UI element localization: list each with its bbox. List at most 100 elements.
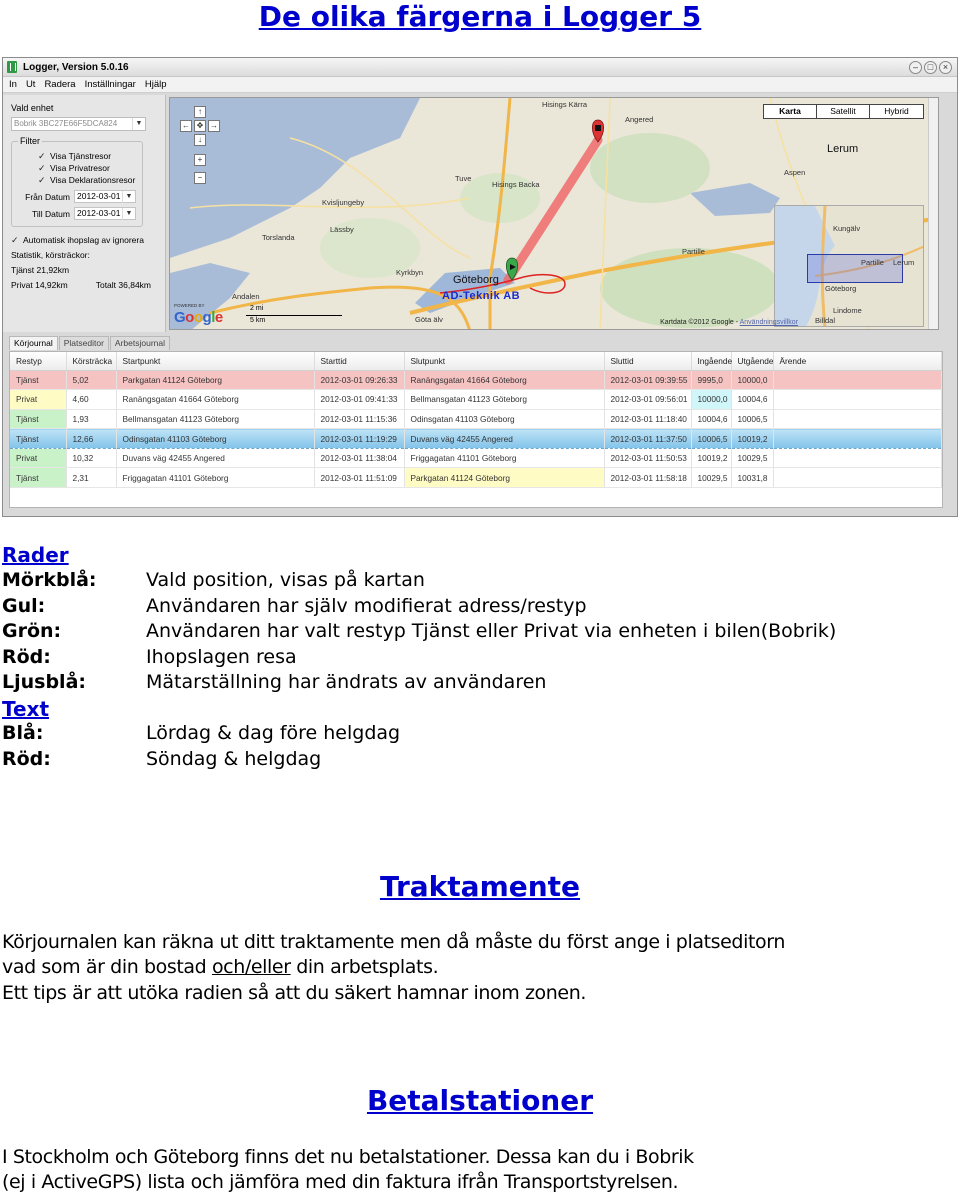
minimize-icon[interactable]: – xyxy=(909,61,922,74)
table-row[interactable]: Tjänst 5,02 Parkgatan 41124 Göteborg 2012-0… xyxy=(10,370,942,391)
table-cell[interactable] xyxy=(773,370,942,391)
table-cell[interactable]: 9995,0 xyxy=(691,370,732,391)
pan-up-icon[interactable]: ↑ xyxy=(194,106,206,118)
table-cell[interactable]: Ranängsgatan 41664 Göteborg xyxy=(404,370,605,391)
tab-korjournal[interactable]: Körjournal xyxy=(9,336,58,350)
column-header[interactable]: Startpunkt xyxy=(116,352,315,371)
chevron-down-icon[interactable]: ▼ xyxy=(122,191,135,203)
to-date-picker[interactable]: 2012-03-01 ▼ xyxy=(74,207,136,220)
column-header[interactable]: Utgående xyxy=(731,352,774,371)
table-row[interactable]: Tjänst 12,66 Odinsgatan 41103 Göteborg 2012… xyxy=(10,428,942,449)
table-cell[interactable]: 2012-03-01 11:15:36 xyxy=(314,409,405,430)
table-cell[interactable]: 10004,6 xyxy=(691,409,732,430)
table-cell[interactable]: Tjänst xyxy=(10,428,67,449)
table-cell[interactable]: 2012-03-01 11:38:04 xyxy=(314,448,405,469)
betalstationer-title[interactable]: Betalstationer xyxy=(0,1084,960,1118)
table-cell[interactable]: 2012-03-01 11:51:09 xyxy=(314,467,405,489)
table-cell[interactable] xyxy=(773,389,942,410)
table-cell[interactable]: Tjänst xyxy=(10,370,67,391)
table-cell[interactable]: Parkgatan 41124 Göteborg xyxy=(116,370,315,391)
text-heading[interactable]: Text xyxy=(2,697,49,721)
column-header[interactable]: Slutpunkt xyxy=(404,352,605,371)
zoom-in-icon[interactable]: + xyxy=(194,154,206,166)
table-cell[interactable]: 2012-03-01 11:37:50 xyxy=(604,428,692,449)
table-cell[interactable]: Odinsgatan 41103 Göteborg xyxy=(116,428,315,449)
tab-platseditor[interactable]: Platseditor xyxy=(58,336,109,350)
pan-down-icon[interactable]: ↓ xyxy=(194,134,206,146)
column-header[interactable]: Körsträcka xyxy=(66,352,117,371)
map-scrollbar[interactable] xyxy=(928,98,938,329)
chevron-down-icon[interactable]: ▼ xyxy=(122,208,135,220)
table-cell[interactable]: Friggagatan 41101 Göteborg xyxy=(116,467,315,489)
table-cell[interactable] xyxy=(773,467,942,489)
table-cell[interactable]: Bellmansgatan 41123 Göteborg xyxy=(116,409,315,430)
pan-right-icon[interactable]: → xyxy=(208,120,220,132)
close-icon[interactable]: × xyxy=(939,61,952,74)
auto-merge-checkbox[interactable]: ✓ Automatisk ihopslag av ignorera xyxy=(11,235,157,245)
table-cell[interactable]: 10029,5 xyxy=(691,467,732,489)
table-cell[interactable]: 10006,5 xyxy=(691,428,732,449)
table-cell[interactable]: 10000,0 xyxy=(731,370,774,391)
table-cell[interactable]: 5,02 xyxy=(66,370,117,391)
table-cell[interactable]: 2012-03-01 09:41:33 xyxy=(314,389,405,410)
table-row[interactable]: Privat 10,32 Duvans väg 42455 Angered 2012-… xyxy=(10,448,942,469)
overview-viewport[interactable] xyxy=(807,254,903,283)
table-cell[interactable]: 12,66 xyxy=(66,428,117,449)
zoom-out-icon[interactable]: − xyxy=(194,172,206,184)
table-cell[interactable]: 10029,5 xyxy=(731,448,774,469)
table-cell[interactable]: 2012-03-01 11:18:40 xyxy=(604,409,692,430)
document-title[interactable]: De olika färgerna i Logger 5 xyxy=(0,0,960,34)
table-cell[interactable]: Duvans väg 42455 Angered xyxy=(404,428,605,449)
table-cell[interactable]: 2012-03-01 11:19:29 xyxy=(314,428,405,449)
pan-center-icon[interactable]: ✥ xyxy=(194,120,206,132)
menu-ut[interactable]: Ut xyxy=(26,79,36,90)
table-cell[interactable]: Parkgatan 41124 Göteborg xyxy=(404,467,605,489)
pan-left-icon[interactable]: ← xyxy=(180,120,192,132)
table-cell[interactable]: 10,32 xyxy=(66,448,117,469)
column-header[interactable]: Restyp xyxy=(10,352,67,371)
table-row[interactable]: Privat 4,60 Ranängsgatan 41664 Göteborg 201… xyxy=(10,389,942,410)
overview-map[interactable]: Kungälv Partille Lerum Göteborg Lindome … xyxy=(774,205,924,327)
map-type-karta[interactable]: Karta xyxy=(764,105,817,118)
table-row[interactable]: Tjänst 2,31 Friggagatan 41101 Göteborg 2012… xyxy=(10,467,942,489)
chevron-down-icon[interactable]: ▼ xyxy=(132,118,145,130)
table-cell[interactable]: Privat xyxy=(10,389,67,410)
table-cell[interactable]: 10000,0 xyxy=(691,389,732,410)
menu-radera[interactable]: Radera xyxy=(44,79,75,90)
table-cell[interactable]: 10004,6 xyxy=(731,389,774,410)
tab-arbetsjournal[interactable]: Arbetsjournal xyxy=(109,336,171,350)
table-cell[interactable]: Friggagatan 41101 Göteborg xyxy=(404,448,605,469)
table-cell[interactable]: 4,60 xyxy=(66,389,117,410)
column-header[interactable]: Starttid xyxy=(314,352,405,371)
table-cell[interactable]: 2012-03-01 11:58:18 xyxy=(604,467,692,489)
filter-tjanstresor-checkbox[interactable]: ✓ Visa Tjänstresor xyxy=(16,150,138,162)
table-cell[interactable]: 10019,2 xyxy=(691,448,732,469)
table-row[interactable]: Tjänst 1,93 Bellmansgatan 41123 Göteborg 20… xyxy=(10,409,942,430)
table-cell[interactable]: Tjänst xyxy=(10,467,67,489)
table-cell[interactable]: Privat xyxy=(10,448,67,469)
table-cell[interactable]: 2012-03-01 09:56:01 xyxy=(604,389,692,410)
terms-link[interactable]: Användningsvillkor xyxy=(740,319,798,326)
map-type-satellit[interactable]: Satellit xyxy=(817,105,870,118)
table-cell[interactable]: 2012-03-01 11:50:53 xyxy=(604,448,692,469)
filter-deklarationsresor-checkbox[interactable]: ✓ Visa Deklarationsresor xyxy=(16,174,138,186)
table-cell[interactable]: 10006,5 xyxy=(731,409,774,430)
map-type-hybrid[interactable]: Hybrid xyxy=(870,105,923,118)
column-header[interactable]: Ingående xyxy=(691,352,732,371)
table-cell[interactable]: Ranängsgatan 41664 Göteborg xyxy=(116,389,315,410)
table-cell[interactable]: 10031,8 xyxy=(731,467,774,489)
column-header[interactable]: Ärende xyxy=(773,352,942,371)
unit-select[interactable]: Bobrik 3BC27E66F5DCA824 ▼ xyxy=(11,117,146,131)
table-cell[interactable]: 1,93 xyxy=(66,409,117,430)
menu-hjalp[interactable]: Hjälp xyxy=(145,79,167,90)
menu-in[interactable]: In xyxy=(9,79,17,90)
table-cell[interactable] xyxy=(773,448,942,469)
table-cell[interactable]: Odinsgatan 41103 Göteborg xyxy=(404,409,605,430)
table-cell[interactable]: Duvans väg 42455 Angered xyxy=(116,448,315,469)
table-cell[interactable] xyxy=(773,409,942,430)
map-view[interactable]: ↑ ← ✥ → ↓ + − Hisings Kärra Angered Leru… xyxy=(169,97,939,330)
table-cell[interactable]: 10019,2 xyxy=(731,428,774,449)
filter-privatresor-checkbox[interactable]: ✓ Visa Privatresor xyxy=(16,162,138,174)
menu-installningar[interactable]: Inställningar xyxy=(85,79,136,90)
traktamente-title[interactable]: Traktamente xyxy=(0,870,960,904)
